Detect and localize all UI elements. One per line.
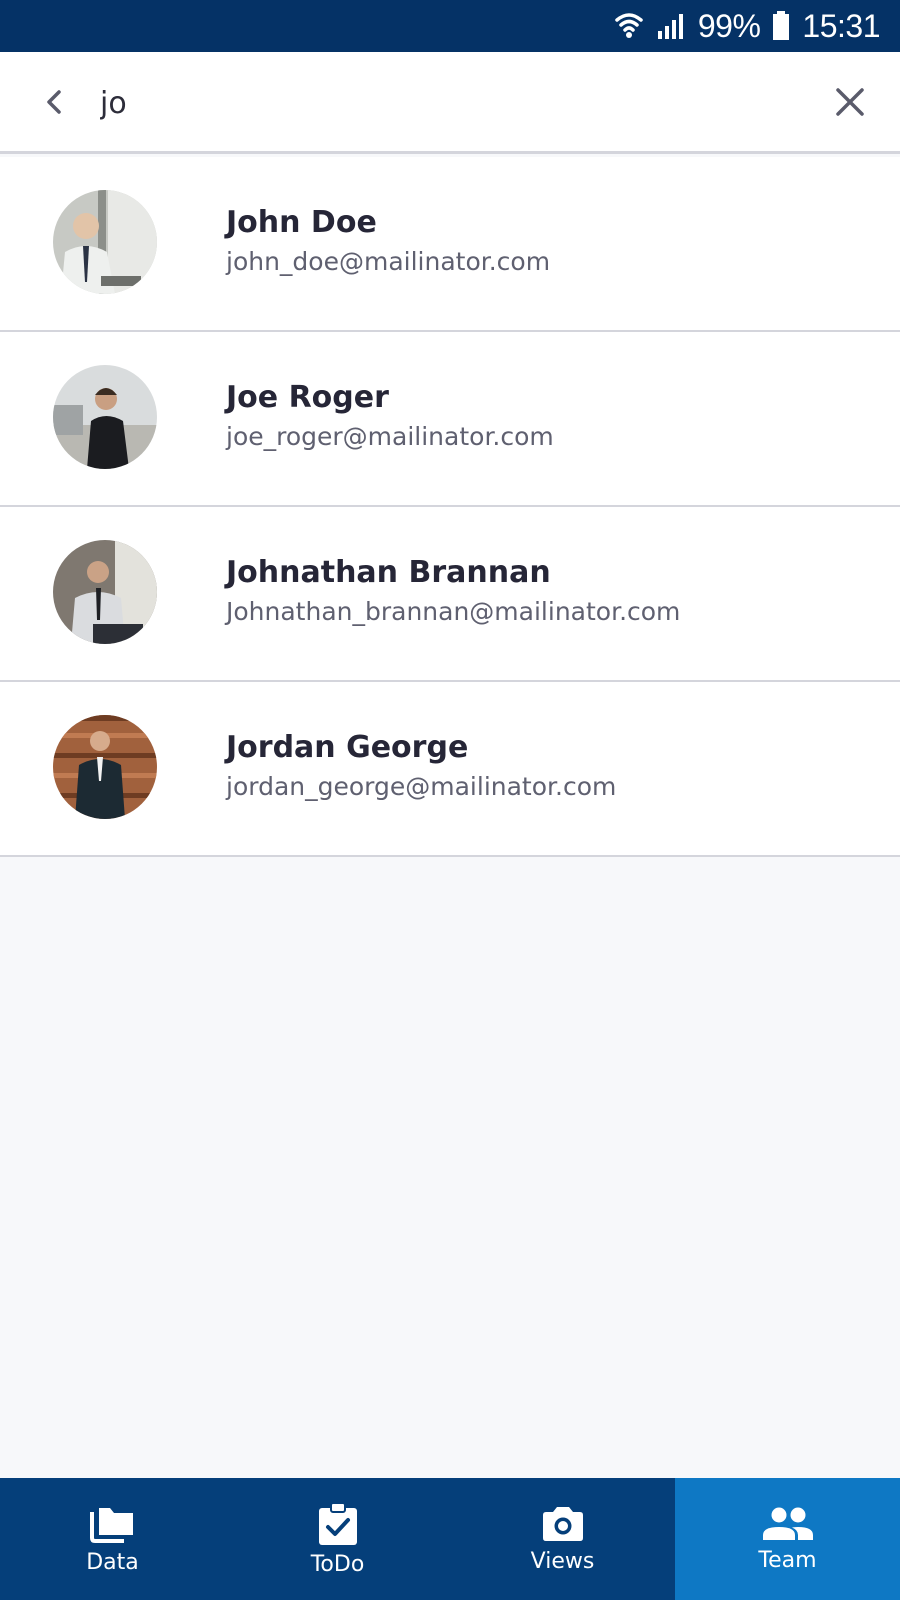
result-list: John Doe john_doe@mailinator.com Joe Rog…: [0, 157, 900, 857]
clear-search-button[interactable]: [830, 82, 870, 122]
signal-icon: [656, 11, 686, 41]
person-name: John Doe: [226, 205, 377, 240]
avatar: [53, 190, 157, 294]
folder-icon: [89, 1507, 133, 1543]
search-input[interactable]: [100, 78, 800, 128]
list-item[interactable]: Jordan George jordan_george@mailinator.c…: [0, 682, 900, 857]
status-bar: 99% 15:31: [0, 0, 900, 52]
clock: 15:31: [802, 7, 880, 44]
nav-item-data[interactable]: Data: [0, 1478, 225, 1600]
nav-label: Team: [758, 1547, 817, 1573]
nav-label: ToDo: [310, 1551, 365, 1577]
search-header: [0, 52, 900, 154]
avatar: [53, 540, 157, 644]
list-item[interactable]: Johnathan Brannan Johnathan_brannan@mail…: [0, 507, 900, 682]
battery-icon: [772, 11, 790, 41]
avatar: [53, 715, 157, 819]
person-email: joe_roger@mailinator.com: [226, 422, 554, 451]
avatar: [53, 365, 157, 469]
person-name: Jordan George: [226, 730, 469, 765]
person-email: jordan_george@mailinator.com: [226, 772, 617, 801]
person-name: Johnathan Brannan: [226, 555, 551, 590]
list-item[interactable]: Joe Roger joe_roger@mailinator.com: [0, 332, 900, 507]
person-email: Johnathan_brannan@mailinator.com: [226, 597, 681, 626]
person-email: john_doe@mailinator.com: [226, 247, 551, 276]
nav-label: Data: [86, 1549, 139, 1575]
close-icon: [836, 88, 864, 116]
list-item[interactable]: John Doe john_doe@mailinator.com: [0, 157, 900, 332]
nav-item-team[interactable]: Team: [675, 1478, 900, 1600]
clipboard-check-icon: [318, 1501, 357, 1545]
person-name: Joe Roger: [226, 380, 389, 415]
battery-percent: 99%: [697, 7, 761, 44]
nav-item-todo[interactable]: ToDo: [225, 1478, 450, 1600]
people-icon: [762, 1507, 813, 1540]
bottom-nav: Data ToDo Views Team: [0, 1478, 900, 1600]
camera-icon: [542, 1506, 583, 1541]
screen: 99% 15:31 jo John Doe john_doe@mailinato…: [0, 0, 900, 1600]
back-button[interactable]: [34, 82, 74, 122]
nav-label: Views: [530, 1548, 595, 1574]
nav-item-views[interactable]: Views: [450, 1478, 675, 1600]
chevron-left-icon: [47, 90, 61, 114]
wifi-icon: [614, 10, 644, 42]
